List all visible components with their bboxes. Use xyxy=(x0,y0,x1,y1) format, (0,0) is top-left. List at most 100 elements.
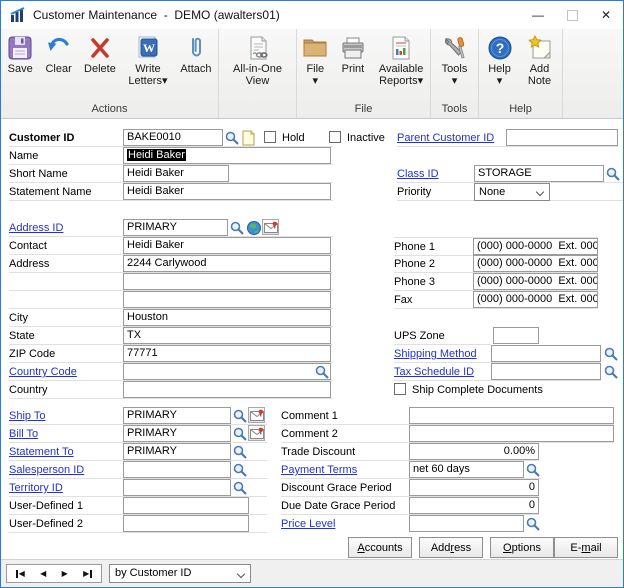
salesperson-lookup-button[interactable] xyxy=(231,461,248,478)
trade-discount-field[interactable]: 0.00% xyxy=(409,443,539,460)
inactive-checkbox[interactable] xyxy=(329,131,341,143)
statement-to-link[interactable]: Statement To xyxy=(9,446,74,458)
payment-terms-lookup-button[interactable] xyxy=(524,461,541,478)
phone2-row: Phone 2 (000) 000-0000 Ext. 0000 xyxy=(394,255,598,273)
shipping-method-field[interactable] xyxy=(491,345,601,362)
customer-id-field[interactable]: BAKE0010 xyxy=(123,129,223,146)
hold-checkbox[interactable] xyxy=(264,131,276,143)
comment-1-field[interactable] xyxy=(409,407,614,424)
comment-2-field[interactable] xyxy=(409,425,614,442)
salesperson-link[interactable]: Salesperson ID xyxy=(9,464,84,476)
phone1-field[interactable]: (000) 000-0000 Ext. 0000 xyxy=(473,238,598,255)
name-field[interactable]: Heidi Baker xyxy=(123,147,331,164)
add-note-button[interactable]: Add Note xyxy=(519,32,561,88)
tools-button[interactable]: Tools ▾ xyxy=(434,32,476,88)
delete-button[interactable]: Delete xyxy=(78,32,122,88)
first-record-button[interactable]: ◀ xyxy=(15,570,25,578)
all-in-one-view-button[interactable]: All-in-One View xyxy=(223,32,293,88)
price-level-link[interactable]: Price Level xyxy=(281,518,335,530)
ship-to-map-button[interactable] xyxy=(248,407,265,423)
phone3-field[interactable]: (000) 000-0000 Ext. 0000 xyxy=(473,273,598,290)
territory-field[interactable] xyxy=(123,479,231,496)
territory-lookup-button[interactable] xyxy=(231,479,248,496)
class-id-lookup-button[interactable] xyxy=(604,165,621,182)
address-line3-field[interactable] xyxy=(123,291,331,308)
shipping-method-lookup-button[interactable] xyxy=(602,345,619,362)
write-letters-button[interactable]: W Write Letters▾ xyxy=(122,32,174,88)
address-id-lookup-button[interactable] xyxy=(228,219,245,236)
country-code-link[interactable]: Country Code xyxy=(9,366,77,378)
payment-terms-field[interactable]: net 60 days xyxy=(409,461,524,478)
country-code-field[interactable] xyxy=(123,363,331,380)
next-record-button[interactable]: ▶ xyxy=(62,570,68,578)
ship-to-link[interactable]: Ship To xyxy=(9,410,46,422)
tax-schedule-field[interactable] xyxy=(491,363,601,380)
country-code-lookup-button[interactable] xyxy=(313,363,330,380)
due-date-grace-field[interactable]: 0 xyxy=(409,497,539,514)
discount-grace-field[interactable]: 0 xyxy=(409,479,539,496)
help-button[interactable]: ? Help ▾ xyxy=(481,32,519,88)
address-id-link[interactable]: Address ID xyxy=(9,222,63,234)
map-button[interactable] xyxy=(262,219,279,235)
internet-info-button[interactable] xyxy=(245,219,262,236)
options-button[interactable]: Options xyxy=(490,537,554,558)
tax-schedule-link[interactable]: Tax Schedule ID xyxy=(394,366,474,378)
file-button[interactable]: File ▾ xyxy=(297,32,334,88)
user-defined-1-field[interactable] xyxy=(123,497,249,514)
zip-field[interactable]: 77771 xyxy=(123,345,331,362)
statement-to-field[interactable]: PRIMARY xyxy=(123,443,231,460)
payment-terms-link[interactable]: Payment Terms xyxy=(281,464,357,476)
bill-to-lookup-button[interactable] xyxy=(231,425,248,442)
write-letters-icon: W xyxy=(135,33,161,63)
close-button[interactable]: ✕ xyxy=(589,1,623,29)
available-reports-button[interactable]: Available Reports▾ xyxy=(372,32,430,88)
price-level-lookup-button[interactable] xyxy=(524,515,541,532)
price-level-field[interactable] xyxy=(409,515,524,532)
last-record-button[interactable]: ▶ xyxy=(83,570,93,578)
fax-field[interactable]: (000) 000-0000 Ext. 0000 xyxy=(473,291,598,308)
country-field[interactable] xyxy=(123,381,331,398)
attach-button[interactable]: Attach xyxy=(174,32,218,88)
sort-by-dropdown[interactable]: by Customer ID xyxy=(109,564,251,583)
save-button[interactable]: Save xyxy=(1,32,39,88)
user-defined-2-field[interactable] xyxy=(123,515,249,532)
shipping-method-link[interactable]: Shipping Method xyxy=(394,348,477,360)
statement-name-field[interactable]: Heidi Baker xyxy=(123,183,331,200)
minimize-button[interactable]: — xyxy=(521,1,555,29)
tax-schedule-lookup-button[interactable] xyxy=(602,363,619,380)
clear-button[interactable]: Clear xyxy=(39,32,77,88)
priority-dropdown[interactable]: None xyxy=(474,183,550,201)
email-button[interactable]: E-mail xyxy=(554,537,618,558)
address-button[interactable]: Address xyxy=(419,537,483,558)
accounts-button[interactable]: Accounts xyxy=(348,537,412,558)
contact-field[interactable]: Heidi Baker xyxy=(123,237,331,254)
save-label: Save xyxy=(8,63,33,75)
city-field[interactable]: Houston xyxy=(123,309,331,326)
parent-customer-id-link[interactable]: Parent Customer ID xyxy=(397,132,494,144)
statement-to-lookup-button[interactable] xyxy=(231,443,248,460)
address-line2-field[interactable] xyxy=(123,273,331,290)
customer-note-button[interactable] xyxy=(240,129,257,146)
bill-to-map-button[interactable] xyxy=(248,425,265,441)
trade-discount-label: Trade Discount xyxy=(281,446,355,458)
phone2-field[interactable]: (000) 000-0000 Ext. 0000 xyxy=(473,255,598,272)
class-id-link[interactable]: Class ID xyxy=(397,168,439,180)
ship-complete-checkbox[interactable] xyxy=(394,383,406,395)
class-id-field[interactable]: STORAGE xyxy=(474,165,604,182)
ship-to-field[interactable]: PRIMARY xyxy=(123,407,231,424)
customer-id-lookup-button[interactable] xyxy=(223,129,240,146)
territory-link[interactable]: Territory ID xyxy=(9,482,63,494)
maximize-button[interactable] xyxy=(555,1,589,29)
ups-zone-field[interactable] xyxy=(493,327,539,344)
address-line1-field[interactable]: 2244 Carlywood xyxy=(123,255,331,272)
salesperson-field[interactable] xyxy=(123,461,231,478)
short-name-field[interactable]: Heidi Baker xyxy=(123,165,229,182)
state-field[interactable]: TX xyxy=(123,327,331,344)
ship-to-lookup-button[interactable] xyxy=(231,407,248,424)
previous-record-button[interactable]: ◀ xyxy=(40,570,46,578)
address-id-field[interactable]: PRIMARY xyxy=(123,219,228,236)
print-button[interactable]: Print xyxy=(334,32,373,88)
parent-customer-id-field[interactable] xyxy=(506,129,618,146)
bill-to-field[interactable]: PRIMARY xyxy=(123,425,231,442)
bill-to-link[interactable]: Bill To xyxy=(9,428,38,440)
